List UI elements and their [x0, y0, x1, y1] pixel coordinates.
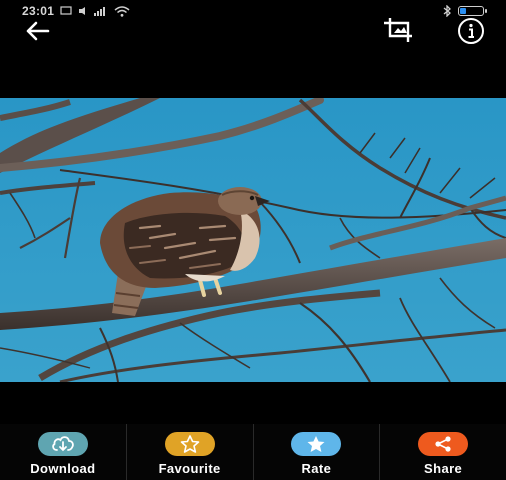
rate-label: Rate — [301, 461, 332, 476]
download-label: Download — [30, 461, 96, 476]
wallpaper-image[interactable] — [0, 98, 506, 382]
hawk-photo — [0, 98, 506, 382]
share-button[interactable]: Share — [379, 424, 506, 480]
crop-button[interactable] — [382, 16, 416, 44]
back-button[interactable] — [22, 18, 54, 44]
star-outline-icon — [164, 432, 215, 456]
crop-icon — [384, 18, 412, 42]
download-cloud-icon — [37, 432, 88, 456]
favourite-button[interactable]: Favourite — [125, 424, 253, 480]
share-label: Share — [424, 461, 463, 476]
star-filled-icon — [291, 432, 342, 456]
share-icon — [418, 432, 469, 456]
favourite-label: Favourite — [158, 461, 221, 476]
bottom-action-bar: Download Favourite Rate Share — [0, 424, 506, 480]
arrow-left-icon — [26, 21, 50, 41]
info-button[interactable] — [456, 17, 486, 45]
download-button[interactable]: Download — [0, 424, 126, 480]
top-bar — [0, 14, 506, 46]
info-icon — [458, 18, 484, 44]
rate-button[interactable]: Rate — [252, 424, 380, 480]
